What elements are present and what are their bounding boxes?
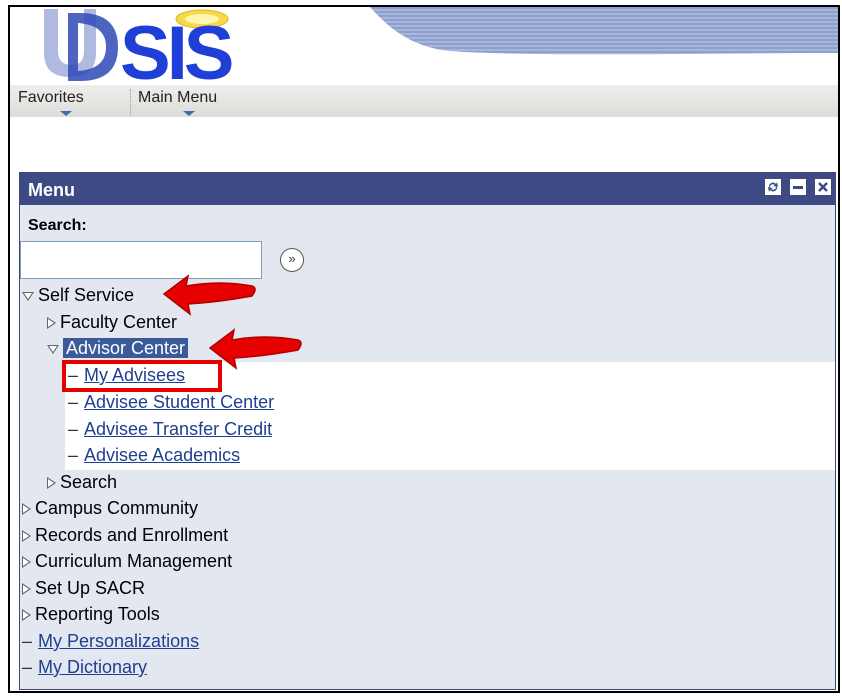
tree-item-advisor-center[interactable]: Advisor Center [47,335,189,361]
tree-link-advisee-student-center[interactable]: – Advisee Student Center [68,389,274,415]
tree-link-my-personalizations[interactable]: – My Personalizations [22,628,199,654]
leaf-dash: – [22,657,33,677]
tree-item-campus-community[interactable]: Campus Community [22,495,198,521]
tree-item-label: Set Up SACR [35,578,146,598]
tree-item-label: Search [60,472,118,492]
expanded-triangle-icon[interactable] [22,291,34,301]
annotation-arrow-icon [208,328,302,370]
logo-text: SIS [120,11,232,85]
leaf-dash: – [68,445,79,465]
annotation-highlight-box [62,360,222,392]
tree-link-advisee-academics[interactable]: – Advisee Academics [68,442,240,468]
header: SIS [10,7,838,87]
tree-link-label[interactable]: Advisee Transfer Credit [84,419,272,439]
tree-link-label[interactable]: Advisee Academics [84,445,240,465]
tree-item-label: Self Service [38,285,135,305]
pagelet-title: Menu [28,180,75,200]
tree-item-label: Records and Enrollment [35,525,229,545]
main-menu-dropdown-icon[interactable] [183,111,195,116]
favorites-dropdown-icon[interactable] [60,111,72,116]
collapsed-triangle-icon[interactable] [22,530,31,543]
tree-link-label[interactable]: Advisee Student Center [84,392,274,412]
minimize-icon[interactable] [789,179,806,195]
tree-item-records-enrollment[interactable]: Records and Enrollment [22,522,228,548]
leaf-dash: – [22,631,33,651]
search-label: Search: [28,217,87,234]
tree-item-curriculum-management[interactable]: Curriculum Management [22,548,232,574]
search-go-button[interactable]: » [280,248,304,272]
pagelet-controls [761,179,831,213]
tree-link-label[interactable]: My Personalizations [38,631,199,651]
udsis-logo: SIS [44,9,236,85]
tree-item-reporting-tools[interactable]: Reporting Tools [22,601,160,627]
tree-item-label: Advisor Center [63,338,189,358]
collapsed-triangle-icon[interactable] [22,503,31,516]
collapsed-triangle-icon[interactable] [47,317,56,330]
pagelet-title-bar: Menu [20,173,835,205]
tree-item-set-up-sacr[interactable]: Set Up SACR [22,575,145,601]
leaf-dash: – [68,392,79,412]
annotation-arrow-icon [162,274,256,316]
tree-item-label: Curriculum Management [35,551,233,571]
menu-pagelet: Menu Search: » Self Service Faculty Cent… [19,172,836,690]
close-icon[interactable] [815,179,831,195]
collapsed-triangle-icon[interactable] [47,477,56,490]
tree-item-label: Campus Community [35,498,199,518]
tree-link-label[interactable]: My Dictionary [38,657,147,677]
favorites-menu[interactable]: Favorites [18,89,84,107]
refresh-icon[interactable] [764,179,781,195]
collapsed-triangle-icon[interactable] [22,583,31,596]
tree-item-self-service[interactable]: Self Service [22,282,134,308]
tree-link-my-dictionary[interactable]: – My Dictionary [22,654,147,680]
nav-separator [130,89,132,115]
tree-item-search[interactable]: Search [47,469,117,495]
collapsed-triangle-icon[interactable] [22,556,31,569]
main-menu[interactable]: Main Menu [138,89,217,107]
tree-item-label: Reporting Tools [35,604,160,624]
tree-item-faculty-center[interactable]: Faculty Center [47,309,177,335]
tree-link-advisee-transfer-credit[interactable]: – Advisee Transfer Credit [68,416,272,442]
expanded-triangle-icon[interactable] [47,344,59,354]
leaf-dash: – [68,419,79,439]
nav-bar: Favorites Main Menu [10,85,838,117]
collapsed-triangle-icon[interactable] [22,609,31,622]
